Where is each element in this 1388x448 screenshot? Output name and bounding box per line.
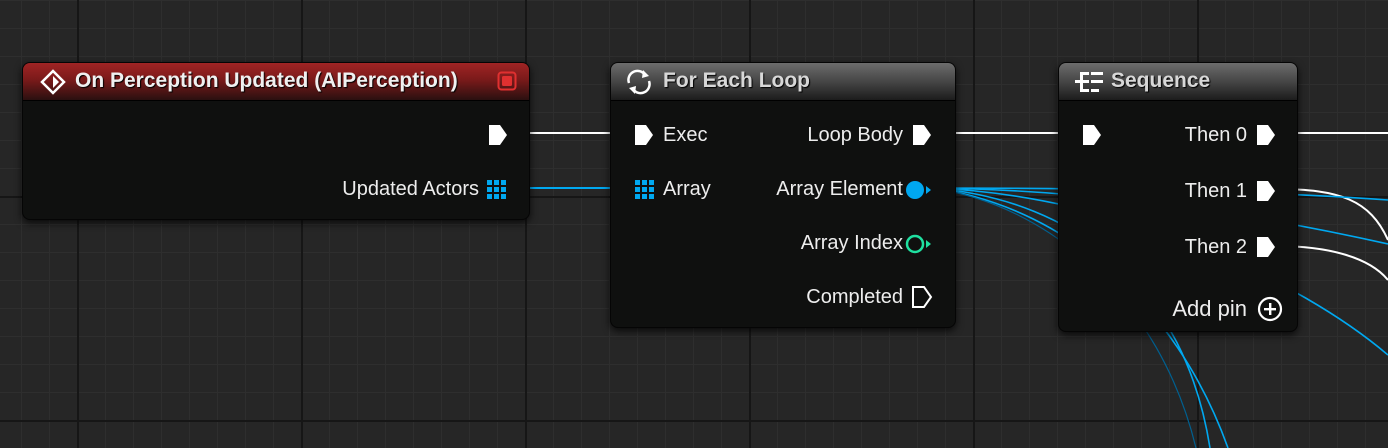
exec-pin-icon[interactable] — [1255, 179, 1277, 203]
object-pin-icon[interactable] — [905, 179, 933, 201]
sequence-icon — [1075, 72, 1103, 92]
pin-label-completed: Completed — [806, 286, 903, 308]
pin-label-then-0: Then 0 — [1184, 124, 1247, 146]
exec-pin-icon[interactable] — [487, 123, 509, 147]
pin-label-then-1: Then 1 — [1184, 180, 1247, 202]
exec-pin-icon[interactable] — [1255, 123, 1277, 147]
delegate-icon[interactable] — [497, 71, 517, 91]
add-pin-label: Add pin — [1172, 296, 1247, 321]
pin-label-array-index: Array Index — [800, 232, 903, 254]
node-sequence[interactable]: Sequence Then 0 Then 1 Then 2 Add pin — [1058, 62, 1298, 332]
pin-label-array: Array — [663, 178, 711, 200]
loop-icon — [627, 69, 651, 95]
node-title: Sequence — [1111, 69, 1211, 92]
exec-pin-icon[interactable] — [911, 123, 933, 147]
exec-pin-icon[interactable] — [1081, 123, 1103, 147]
event-diamond-icon — [40, 69, 66, 95]
integer-pin-icon[interactable] — [905, 233, 933, 255]
event-node-on-perception-updated[interactable]: On Perception Updated (AIPerception) Upd… — [22, 62, 530, 220]
pin-label-updated-actors: Updated Actors — [342, 178, 479, 200]
array-pin-icon[interactable] — [635, 180, 655, 200]
node-header[interactable]: Sequence — [1059, 63, 1297, 101]
pin-label-then-2: Then 2 — [1184, 236, 1247, 258]
array-pin-icon[interactable] — [487, 180, 507, 200]
exec-pin-icon[interactable] — [1255, 235, 1277, 259]
node-header[interactable]: On Perception Updated (AIPerception) — [23, 63, 529, 101]
exec-pin-icon[interactable] — [633, 123, 655, 147]
add-pin-icon[interactable] — [1257, 296, 1283, 322]
macro-node-for-each-loop[interactable]: For Each Loop Exec Array Loop Body Array… — [610, 62, 956, 328]
node-title: For Each Loop — [663, 69, 810, 92]
exec-pin-icon[interactable] — [911, 285, 933, 309]
pin-label-exec: Exec — [663, 124, 708, 146]
pin-label-loop-body: Loop Body — [807, 124, 903, 146]
pin-label-array-element: Array Element — [776, 178, 903, 200]
node-header[interactable]: For Each Loop — [611, 63, 955, 101]
node-title: On Perception Updated (AIPerception) — [75, 69, 458, 92]
add-pin-button[interactable]: Add pin — [1133, 295, 1283, 323]
